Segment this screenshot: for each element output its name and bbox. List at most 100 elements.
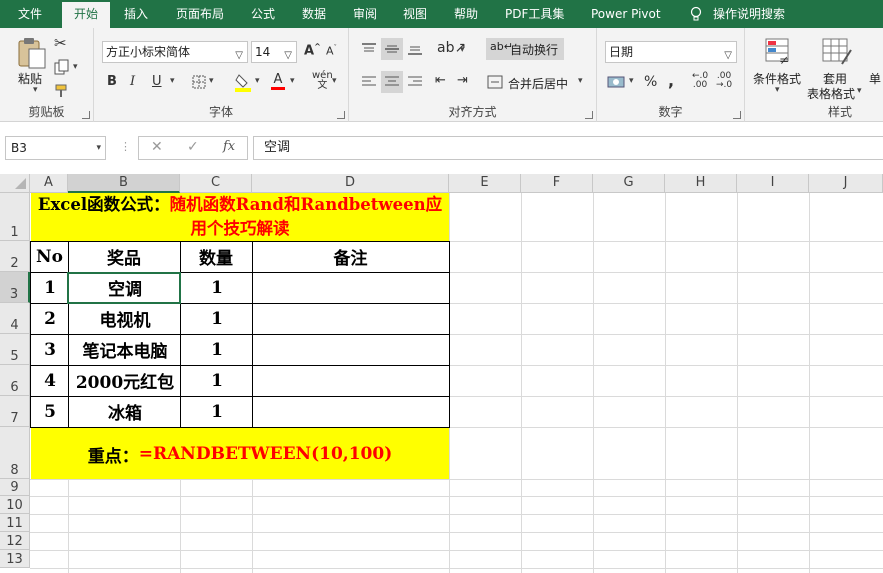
row-header-1[interactable]: 1 (0, 193, 30, 241)
phonetic-dropdown-icon[interactable]: ▾ (332, 76, 337, 86)
format-as-table-dropdown-icon[interactable]: ▾ (857, 86, 862, 96)
orientation-dropdown-icon[interactable]: ▾ (460, 45, 465, 55)
table-cell-remark[interactable] (253, 365, 450, 396)
worksheet-grid[interactable]: ABCDEFGHIJ 1 2 3 4 5 6 7 8 9 10 11 12 13 Excel函数公式：随… (0, 174, 883, 573)
name-box-dropdown-icon[interactable]: ▾ (96, 137, 101, 159)
column-header-g[interactable]: G (593, 174, 665, 193)
paste-icon[interactable] (16, 36, 48, 70)
tab-insert[interactable]: 插入 (124, 0, 148, 28)
conditional-format-dropdown-icon[interactable]: ▾ (775, 85, 780, 95)
row-header-6[interactable]: 6 (0, 365, 30, 396)
font-color-button[interactable]: A (271, 72, 285, 90)
borders-icon[interactable] (192, 75, 206, 89)
copy-dropdown-icon[interactable]: ▾ (73, 62, 78, 72)
conditional-format-icon[interactable]: ≠ (765, 38, 793, 66)
bold-button[interactable]: B (107, 74, 117, 89)
alignment-launcher-icon[interactable] (585, 111, 593, 119)
number-launcher-icon[interactable] (733, 111, 741, 119)
align-left-icon[interactable] (361, 75, 377, 89)
tab-pdf-tools[interactable]: PDF工具集 (505, 0, 564, 28)
fill-color-dropdown-icon[interactable]: ▾ (255, 76, 260, 86)
formula-input[interactable]: 空调 (253, 136, 883, 160)
column-header-f[interactable]: F (521, 174, 593, 193)
font-name-select[interactable]: 方正小标宋简体 ▽ (102, 41, 248, 63)
tab-review[interactable]: 审阅 (353, 0, 377, 28)
enter-icon[interactable]: ✓ (187, 139, 199, 155)
row-header-7[interactable]: 7 (0, 396, 30, 427)
header-remark[interactable]: 备注 (252, 241, 449, 272)
tab-help[interactable]: 帮助 (454, 0, 478, 28)
comma-style-button[interactable]: , (668, 71, 674, 90)
row-header-10[interactable]: 10 (0, 496, 30, 514)
column-header-e[interactable]: E (449, 174, 521, 193)
accounting-format-icon[interactable] (607, 75, 625, 89)
header-no[interactable]: No (31, 241, 68, 272)
phonetic-button[interactable]: wén 文 (312, 71, 333, 91)
tab-formulas[interactable]: 公式 (251, 0, 275, 28)
table-cell-prize[interactable]: 电视机 (69, 303, 181, 334)
tab-data[interactable]: 数据 (302, 0, 326, 28)
clipboard-launcher-icon[interactable] (82, 111, 90, 119)
header-prize[interactable]: 奖品 (68, 241, 180, 272)
row-header-8[interactable]: 8 (0, 427, 30, 479)
column-header-i[interactable]: I (737, 174, 809, 193)
table-cell-quantity[interactable]: 1 (181, 396, 253, 427)
insert-function-button[interactable]: fx (223, 139, 235, 154)
table-cell-remark[interactable] (253, 396, 450, 427)
tab-power-pivot[interactable]: Power Pivot (591, 0, 661, 28)
decrease-indent-icon[interactable]: ⇤ (435, 73, 446, 88)
table-cell-remark[interactable] (253, 334, 450, 365)
title-cell[interactable]: Excel函数公式：随机函数Rand和Randbetween应 用个技巧解读 (31, 193, 449, 241)
merge-dropdown-icon[interactable]: ▾ (578, 76, 583, 86)
underline-button[interactable]: U (152, 74, 162, 89)
row-header-3[interactable]: 3 (0, 272, 30, 303)
row-header-9[interactable]: 9 (0, 479, 30, 496)
table-cell-no[interactable]: 5 (31, 396, 69, 427)
tab-page-layout[interactable]: 页面布局 (176, 0, 224, 28)
grow-font-button[interactable]: A^ (304, 42, 321, 58)
table-cell-no[interactable]: 2 (31, 303, 69, 334)
paste-dropdown-icon[interactable]: ▾ (33, 85, 38, 95)
font-launcher-icon[interactable] (337, 111, 345, 119)
cell-styles-button[interactable]: 单 (869, 70, 881, 87)
number-format-select[interactable]: 日期 ▽ (605, 41, 737, 63)
tab-home[interactable]: 开始 (62, 2, 110, 28)
row-header-4[interactable]: 4 (0, 303, 30, 334)
shrink-font-button[interactable]: Aˇ (326, 44, 337, 58)
name-box[interactable]: B3 ▾ (5, 136, 106, 160)
table-cell-quantity[interactable]: 1 (181, 272, 253, 303)
fill-color-icon[interactable] (235, 72, 253, 92)
row-header-2[interactable]: 2 (0, 241, 30, 272)
table-cell-no[interactable]: 4 (31, 365, 69, 396)
tab-view[interactable]: 视图 (403, 0, 427, 28)
table-cell-remark[interactable] (253, 272, 450, 303)
table-cell-quantity[interactable]: 1 (181, 334, 253, 365)
accounting-dropdown-icon[interactable]: ▾ (629, 76, 634, 86)
row-header-13[interactable]: 13 (0, 550, 30, 568)
tab-file[interactable]: 文件 (18, 0, 42, 28)
table-cell-no[interactable]: 3 (31, 334, 69, 365)
align-top-icon[interactable] (361, 42, 377, 56)
percent-button[interactable]: % (644, 74, 657, 90)
tell-me-search[interactable]: 操作说明搜索 (713, 0, 785, 28)
row-header-5[interactable]: 5 (0, 334, 30, 365)
cancel-icon[interactable]: ✕ (151, 139, 163, 155)
column-header-d[interactable]: D (252, 174, 449, 193)
format-as-table-icon[interactable] (822, 38, 852, 66)
font-color-dropdown-icon[interactable]: ▾ (290, 76, 295, 86)
italic-button[interactable]: I (130, 74, 135, 89)
column-header-h[interactable]: H (665, 174, 737, 193)
column-header-c[interactable]: C (180, 174, 252, 193)
column-header-j[interactable]: J (809, 174, 883, 193)
table-cell-no[interactable]: 1 (31, 272, 69, 303)
note-cell[interactable]: 重点： =RANDBETWEEN(10,100) (31, 429, 449, 479)
paste-button[interactable]: 粘贴 (18, 70, 42, 87)
wrap-text-button[interactable]: ab↵ 自动换行 (486, 38, 564, 60)
align-bottom-icon[interactable] (407, 42, 423, 56)
borders-dropdown-icon[interactable]: ▾ (209, 76, 214, 86)
table-cell-quantity[interactable]: 1 (181, 365, 253, 396)
format-painter-icon[interactable] (54, 83, 70, 99)
table-cell-prize[interactable]: 2000元红包 (69, 365, 181, 396)
copy-icon[interactable] (54, 59, 70, 75)
cut-icon[interactable]: ✂ (54, 34, 67, 52)
